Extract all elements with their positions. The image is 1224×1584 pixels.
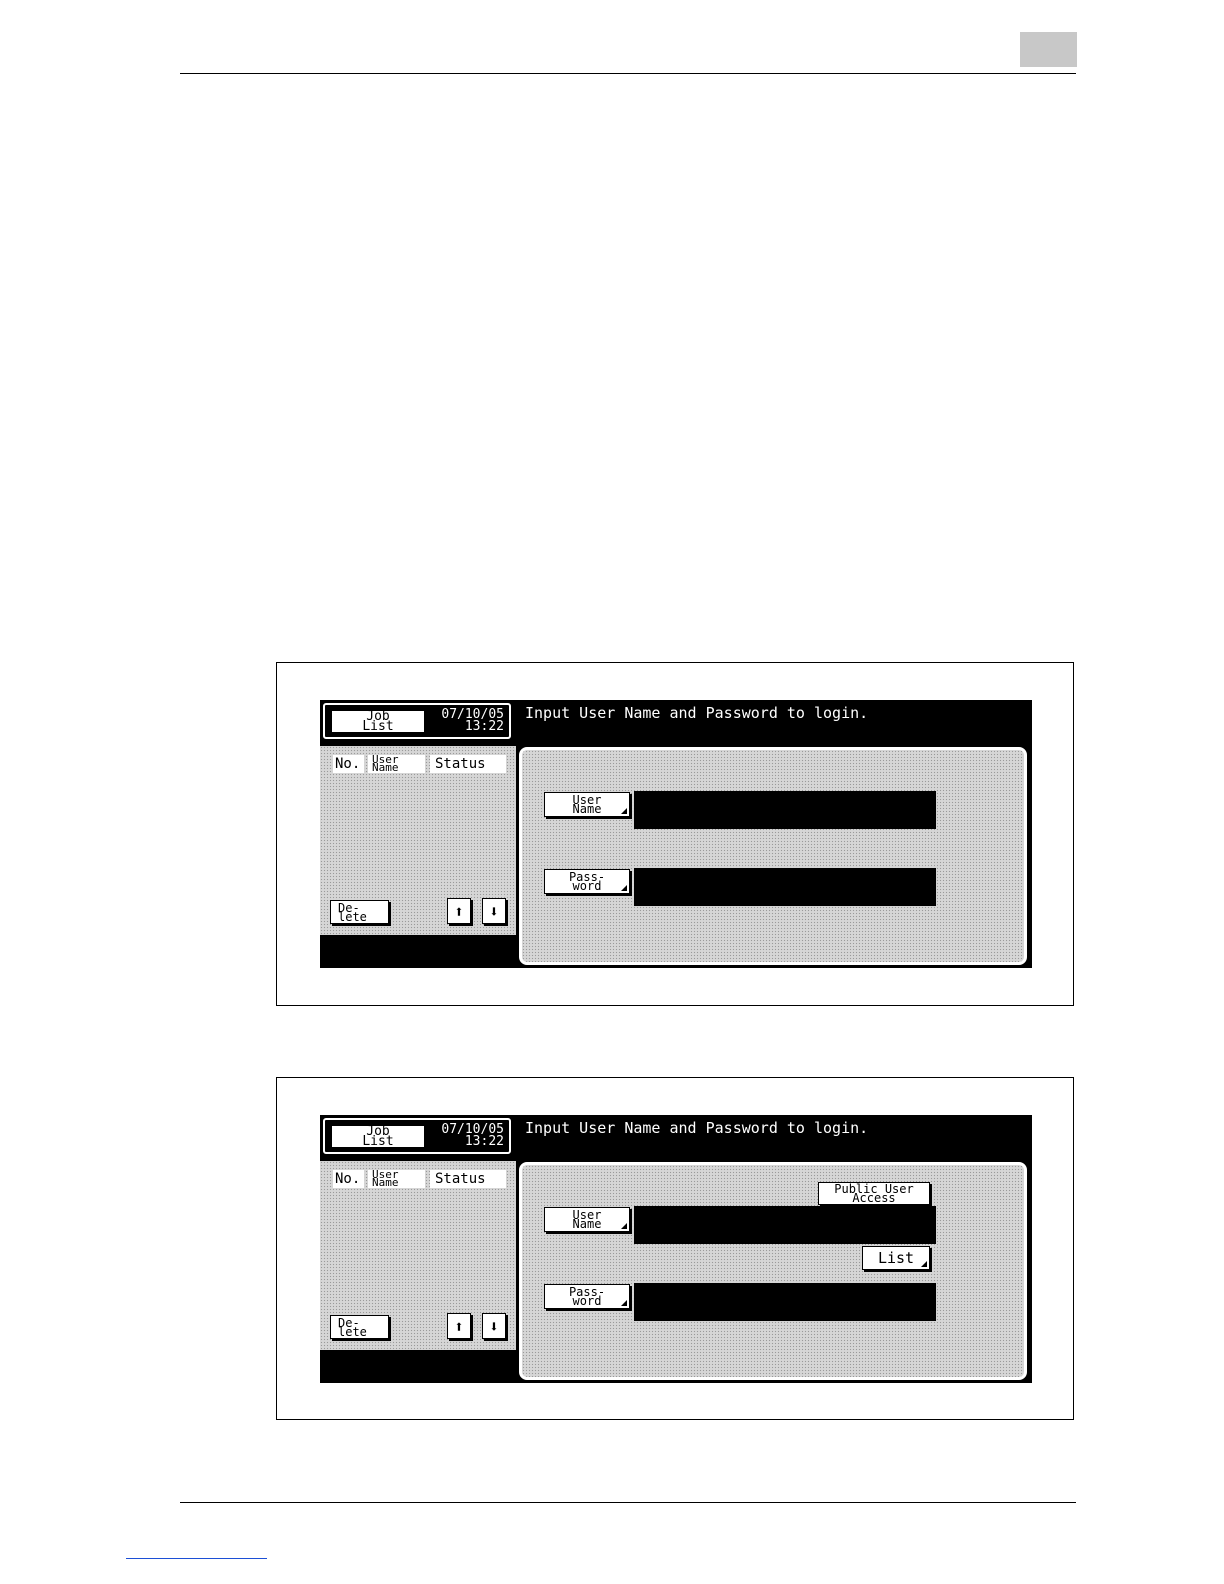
job-list-button[interactable]: Job List [331, 1125, 425, 1148]
job-status-header: Job List 07/10/05 13:22 [320, 1115, 516, 1159]
column-header-status: Status [430, 755, 506, 773]
password-field[interactable] [634, 868, 936, 906]
login-message: Input User Name and Password to login. [525, 704, 869, 722]
login-form: User Name Pass- word [519, 747, 1027, 965]
delete-button[interactable]: De- lete [330, 900, 389, 924]
job-list-footer [320, 1350, 516, 1383]
user-name-field[interactable] [634, 1206, 936, 1244]
scroll-down-button[interactable]: ⬇ [482, 898, 506, 924]
figure-login-screen: Job List 07/10/05 13:22 Input User Name … [276, 662, 1074, 1006]
scroll-up-button[interactable]: ⬆ [447, 898, 471, 924]
down-arrow-icon: ⬇ [489, 1316, 499, 1336]
time-text: 13:22 [464, 719, 504, 734]
job-status-header: Job List 07/10/05 13:22 [320, 700, 516, 744]
login-form: Public User Access User Name List Pass- … [519, 1162, 1027, 1380]
date-time: 07/10/05 13:22 [441, 708, 504, 734]
password-field[interactable] [634, 1283, 936, 1321]
job-list-panel: No. User Name Status De- lete ⬆ ⬇ [320, 1161, 516, 1350]
column-header-no: No. [333, 1170, 364, 1188]
time-text: 13:22 [464, 1134, 504, 1149]
footer-rule [180, 1502, 1076, 1503]
user-name-field[interactable] [634, 791, 936, 829]
column-header-status: Status [430, 1170, 506, 1188]
control-panel-screen: Job List 07/10/05 13:22 Input User Name … [320, 700, 1032, 968]
password-button[interactable]: Pass- word [544, 869, 630, 894]
scroll-down-button[interactable]: ⬇ [482, 1313, 506, 1339]
control-panel-screen: Job List 07/10/05 13:22 Input User Name … [320, 1115, 1032, 1383]
up-arrow-icon: ⬆ [454, 1316, 464, 1336]
delete-button[interactable]: De- lete [330, 1315, 389, 1339]
column-header-no: No. [333, 755, 364, 773]
job-list-panel: No. User Name Status De- lete ⬆ ⬇ [320, 746, 516, 935]
column-header-user-name: User Name [368, 1169, 425, 1188]
user-name-button[interactable]: User Name [544, 792, 630, 817]
chapter-tab [1020, 32, 1077, 67]
login-message: Input User Name and Password to login. [525, 1119, 869, 1137]
user-name-button[interactable]: User Name [544, 1207, 630, 1232]
figure-login-screen-public: Job List 07/10/05 13:22 Input User Name … [276, 1077, 1074, 1420]
header-rule [180, 73, 1076, 74]
date-time: 07/10/05 13:22 [441, 1123, 504, 1149]
job-list-button[interactable]: Job List [331, 710, 425, 733]
column-header-user-name: User Name [368, 754, 425, 773]
down-arrow-icon: ⬇ [489, 901, 499, 921]
list-button[interactable]: List [862, 1246, 930, 1270]
up-arrow-icon: ⬆ [454, 901, 464, 921]
footer-link-underline[interactable] [126, 1558, 267, 1559]
job-list-footer [320, 935, 516, 968]
password-button[interactable]: Pass- word [544, 1284, 630, 1309]
scroll-up-button[interactable]: ⬆ [447, 1313, 471, 1339]
public-user-access-button[interactable]: Public User Access [818, 1182, 930, 1205]
